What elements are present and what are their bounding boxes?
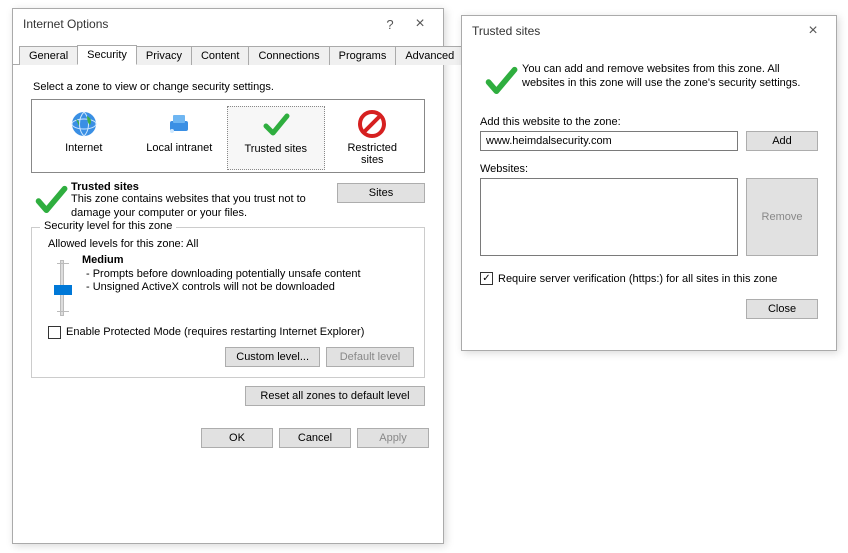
level-desc-2: - Unsigned ActiveX controls will not be … <box>86 281 414 295</box>
trusted-zone-summary: Trusted sites This zone contains website… <box>31 181 425 221</box>
zone-trusted-sites[interactable]: Trusted sites <box>227 106 325 170</box>
slider-thumb[interactable] <box>54 285 72 295</box>
io-titlebar: Internet Options ? × <box>13 9 443 39</box>
add-website-input[interactable] <box>480 131 738 151</box>
io-dialog-buttons: OK Cancel Apply <box>13 418 443 460</box>
websites-label: Websites: <box>480 163 818 175</box>
restricted-icon <box>327 108 419 140</box>
level-desc-1: - Prompts before downloading potentially… <box>86 268 414 282</box>
level-name: Medium <box>82 254 414 266</box>
tab-programs[interactable]: Programs <box>329 46 397 65</box>
allowed-levels-text: Allowed levels for this zone: All <box>48 238 414 250</box>
protected-mode-checkbox[interactable] <box>48 326 61 339</box>
websites-listbox[interactable] <box>480 178 738 256</box>
remove-button[interactable]: Remove <box>746 178 818 256</box>
tab-content[interactable]: Content <box>191 46 250 65</box>
security-level-group: Security level for this zone Allowed lev… <box>31 227 425 378</box>
zone-label: Local intranet <box>134 142 226 154</box>
require-https-label: Require server verification (https:) for… <box>498 273 777 285</box>
require-https-checkbox[interactable]: ✓ <box>480 272 493 285</box>
intranet-icon <box>134 108 226 140</box>
tab-general[interactable]: General <box>19 46 78 65</box>
add-button[interactable]: Add <box>746 131 818 151</box>
sites-button[interactable]: Sites <box>337 183 425 203</box>
tab-security[interactable]: Security <box>77 45 137 65</box>
io-title: Internet Options <box>23 17 375 31</box>
zone-label: Trusted sites <box>230 143 322 155</box>
default-level-button[interactable]: Default level <box>326 347 414 367</box>
tab-connections[interactable]: Connections <box>248 46 329 65</box>
ok-button[interactable]: OK <box>201 428 273 448</box>
ts-body: You can add and remove websites from thi… <box>462 46 836 333</box>
group-title: Security level for this zone <box>40 220 176 232</box>
close-icon[interactable]: × <box>405 14 435 34</box>
security-level-slider[interactable] <box>42 254 82 316</box>
zone-label: Restrictedsites <box>327 142 419 166</box>
apply-button[interactable]: Apply <box>357 428 429 448</box>
io-body: Select a zone to view or change security… <box>13 65 443 418</box>
trusted-sites-window: Trusted sites × You can add and remove w… <box>461 15 837 351</box>
checkmark-icon <box>230 109 322 141</box>
internet-options-window: Internet Options ? × General Security Pr… <box>12 8 444 544</box>
ts-description: You can add and remove websites from thi… <box>522 62 818 98</box>
reset-all-zones-button[interactable]: Reset all zones to default level <box>245 386 425 406</box>
zone-instruction: Select a zone to view or change security… <box>33 81 429 93</box>
zone-restricted-sites[interactable]: Restrictedsites <box>325 106 421 170</box>
tab-advanced[interactable]: Advanced <box>395 46 464 65</box>
globe-icon <box>38 108 130 140</box>
cancel-button[interactable]: Cancel <box>279 428 351 448</box>
custom-level-button[interactable]: Custom level... <box>225 347 320 367</box>
io-tabstrip: General Security Privacy Content Connect… <box>13 43 443 65</box>
add-website-label: Add this website to the zone: <box>480 116 818 128</box>
close-icon[interactable]: × <box>798 21 828 41</box>
zone-list: Internet Local intranet Trusted sites Re… <box>31 99 425 173</box>
checkmark-icon <box>31 181 71 221</box>
zone-local-intranet[interactable]: Local intranet <box>132 106 228 170</box>
trusted-title: Trusted sites <box>71 181 329 193</box>
protected-mode-label: Enable Protected Mode (requires restarti… <box>66 326 364 338</box>
trusted-description: This zone contains websites that you tru… <box>71 193 329 221</box>
zone-internet[interactable]: Internet <box>36 106 132 170</box>
tab-privacy[interactable]: Privacy <box>136 46 192 65</box>
ts-titlebar: Trusted sites × <box>462 16 836 46</box>
close-button[interactable]: Close <box>746 299 818 319</box>
ts-title: Trusted sites <box>472 24 798 38</box>
help-icon[interactable]: ? <box>375 14 405 34</box>
zone-label: Internet <box>38 142 130 154</box>
checkmark-icon <box>480 62 522 98</box>
